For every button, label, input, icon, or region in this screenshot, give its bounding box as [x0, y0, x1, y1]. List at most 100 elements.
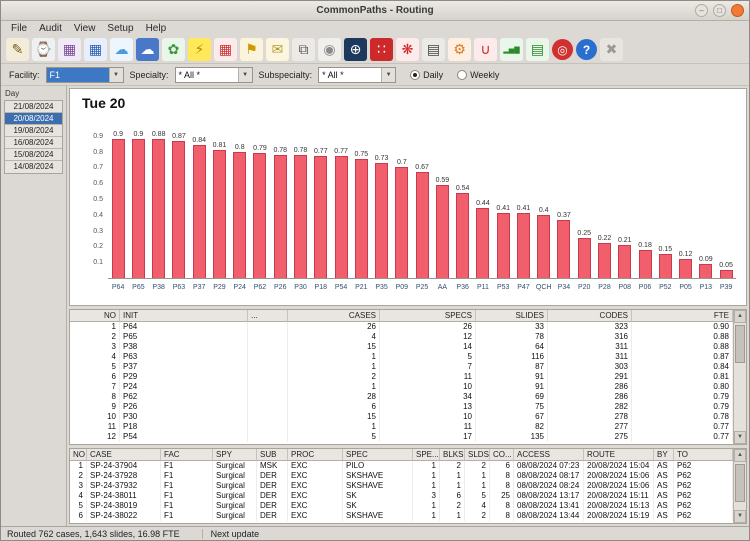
table-row[interactable]: 3SP-24-37932F1SurgicalDEREXCSKSHAVE11180… [70, 481, 733, 491]
chart-bar[interactable] [618, 245, 631, 278]
subspecialty-dropdown[interactable]: * All * ▼ [318, 67, 396, 83]
scroll-track[interactable] [734, 462, 746, 510]
chart-bar[interactable] [355, 159, 368, 278]
chevron-down-icon[interactable]: ▼ [238, 68, 252, 82]
chart-bar[interactable] [213, 150, 226, 278]
chart-bar[interactable] [132, 139, 145, 278]
globe-icon[interactable]: ⊕ [344, 38, 367, 61]
calculator-icon[interactable]: ▤ [422, 38, 445, 61]
minimize-button[interactable]: – [695, 4, 708, 17]
maximize-button[interactable]: □ [713, 4, 726, 17]
date-item[interactable]: 15/08/2024 [5, 149, 62, 161]
menu-view[interactable]: View [68, 23, 102, 34]
table-row[interactable]: 6P29211912910.81 [70, 372, 733, 382]
chart-bar[interactable] [314, 156, 327, 278]
scroll-track[interactable] [734, 323, 746, 431]
burst-icon[interactable]: ❋ [396, 38, 419, 61]
chart-bar[interactable] [699, 264, 712, 278]
chart-bar[interactable] [193, 145, 206, 278]
chart-bar[interactable] [395, 167, 408, 278]
cloud-sync-icon[interactable]: ☁ [136, 38, 159, 61]
table-row[interactable]: 3P381514643110.88 [70, 342, 733, 352]
chart-bar[interactable] [598, 243, 611, 278]
table-row[interactable]: 5SP-24-38019F1SurgicalDEREXCSK124808/08/… [70, 501, 733, 511]
column-header[interactable]: TO [674, 449, 733, 461]
menu-file[interactable]: File [5, 23, 33, 34]
printer-icon[interactable]: ⧉ [292, 38, 315, 61]
chevron-down-icon[interactable]: ▼ [381, 68, 395, 82]
table-row[interactable]: 4SP-24-38011F1SurgicalDEREXCSK3652508/08… [70, 491, 733, 501]
scroll-thumb[interactable] [735, 325, 745, 363]
chart-bar[interactable] [253, 153, 266, 278]
chart-bar[interactable] [436, 185, 449, 278]
date-item[interactable]: 16/08/2024 [5, 137, 62, 149]
menu-audit[interactable]: Audit [33, 23, 68, 34]
chart-bar[interactable] [578, 238, 591, 278]
scroll-up-icon[interactable]: ▲ [734, 310, 746, 323]
chevron-down-icon[interactable]: ▼ [109, 68, 123, 82]
table-row[interactable]: 6SP-24-38022F1SurgicalDEREXCSKSHAVE11280… [70, 511, 733, 521]
chart-bar[interactable] [172, 141, 185, 278]
scroll-up-icon[interactable]: ▲ [734, 449, 746, 462]
lightning-icon[interactable]: ⚡ [188, 38, 211, 61]
column-header[interactable]: INIT [120, 310, 248, 322]
column-header[interactable]: ... [248, 310, 288, 322]
nature-icon[interactable]: ✿ [162, 38, 185, 61]
cloud-upload-icon[interactable]: ☁ [110, 38, 133, 61]
specialty-dropdown[interactable]: * All * ▼ [175, 67, 253, 83]
table-row[interactable]: 4P63151163110.87 [70, 352, 733, 362]
column-header[interactable]: NO [70, 310, 120, 322]
notes-icon[interactable]: ✎ [6, 38, 29, 61]
chart-icon[interactable]: ▂▅▇ [500, 38, 523, 61]
chart-bar[interactable] [112, 139, 125, 278]
mail-icon[interactable]: ✉ [266, 38, 289, 61]
clock-icon[interactable]: ⌚ [32, 38, 55, 61]
column-header[interactable]: CODES [548, 310, 632, 322]
date-item[interactable]: 21/08/2024 [5, 101, 62, 113]
column-header[interactable]: FAC [161, 449, 213, 461]
vertical-scrollbar[interactable]: ▲ ▼ [733, 310, 746, 444]
schedule-icon[interactable]: ▦ [58, 38, 81, 61]
date-item[interactable]: 14/08/2024 [5, 161, 62, 173]
table-row[interactable]: 10P301510672780.78 [70, 412, 733, 422]
scroll-thumb[interactable] [735, 464, 745, 502]
table-row[interactable]: 1SP-24-37904F1SurgicalMSKEXCPILO122608/0… [70, 461, 733, 471]
flag-icon[interactable]: ⚑ [240, 38, 263, 61]
column-header[interactable]: CASE [87, 449, 161, 461]
lifebuoy-icon[interactable]: ◎ [552, 39, 573, 60]
table-row[interactable]: 9P26613752820.79 [70, 402, 733, 412]
column-header[interactable]: NO [70, 449, 87, 461]
disc-icon[interactable]: ◉ [318, 38, 341, 61]
column-header[interactable]: SPE... [413, 449, 440, 461]
table-row[interactable]: 1P642626333230.90 [70, 322, 733, 332]
chart-bar[interactable] [679, 259, 692, 278]
close-icon[interactable]: ✖ [600, 38, 623, 61]
menu-setup[interactable]: Setup [101, 23, 139, 34]
chart-bar[interactable] [335, 156, 348, 278]
stats-icon[interactable]: ▤ [526, 38, 549, 61]
calendar-red-icon[interactable]: ▦ [214, 38, 237, 61]
table-row[interactable]: 2SP-24-37928F1SurgicalDEREXCSKSHAVE11180… [70, 471, 733, 481]
table-row[interactable]: 8P622834692860.79 [70, 392, 733, 402]
column-header[interactable]: ROUTE [584, 449, 654, 461]
column-header[interactable]: SUB [257, 449, 288, 461]
chart-bar[interactable] [152, 139, 165, 278]
column-header[interactable]: SLDS [465, 449, 490, 461]
daily-radio[interactable]: Daily [410, 70, 443, 80]
chart-bar[interactable] [517, 213, 530, 278]
gear-icon[interactable]: ⚙ [448, 38, 471, 61]
chart-bar[interactable] [639, 250, 652, 278]
table-row[interactable]: 5P3717873030.84 [70, 362, 733, 372]
table-row[interactable]: 7P24110912860.80 [70, 382, 733, 392]
chart-bar[interactable] [274, 155, 287, 278]
facility-dropdown[interactable]: F1 ▼ [46, 67, 124, 83]
chart-bar[interactable] [497, 213, 510, 278]
chart-bar[interactable] [294, 155, 307, 278]
column-header[interactable]: ACCESS [514, 449, 584, 461]
close-button[interactable] [731, 4, 744, 17]
column-header[interactable]: SPEC [343, 449, 413, 461]
chart-bar[interactable] [659, 254, 672, 278]
column-header[interactable]: CASES [288, 310, 380, 322]
column-header[interactable]: SLIDES [476, 310, 548, 322]
magnet-icon[interactable]: ∪ [474, 38, 497, 61]
